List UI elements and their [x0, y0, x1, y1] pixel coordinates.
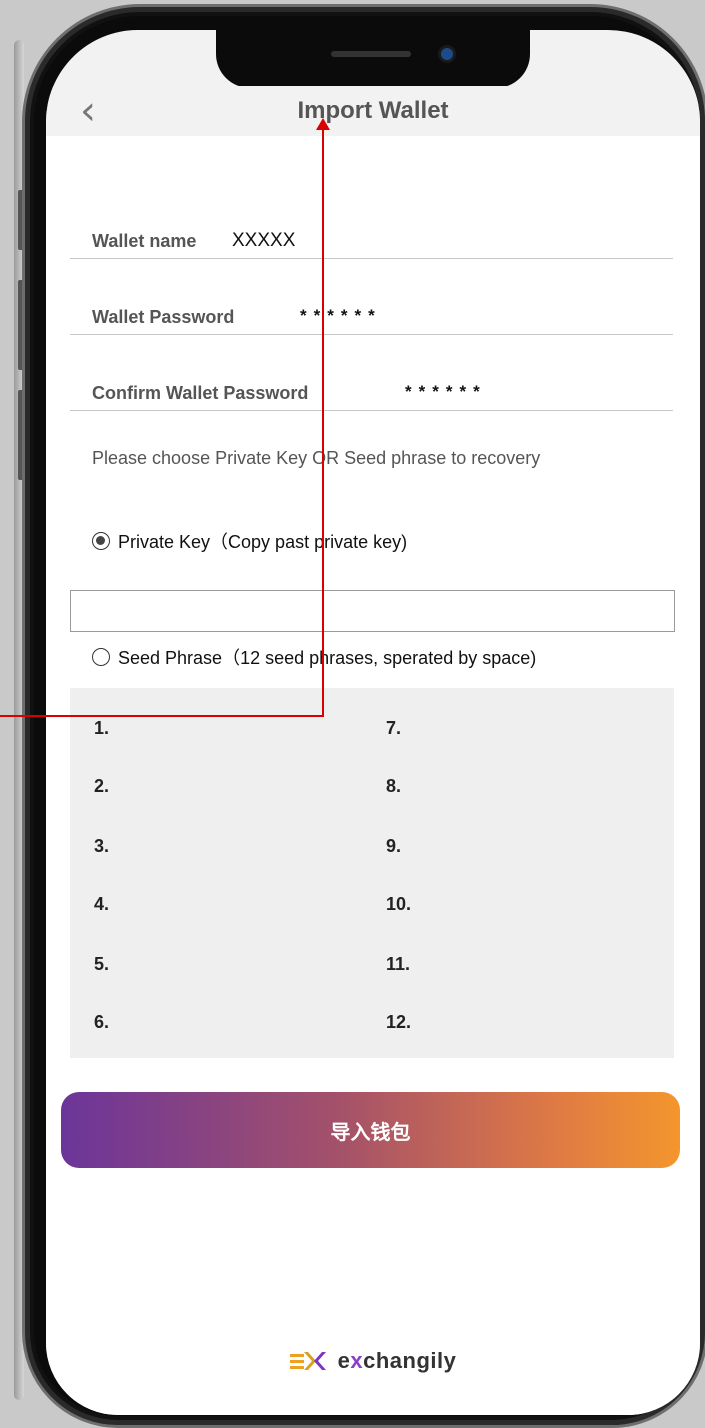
- seed-item-2[interactable]: 2.: [94, 776, 109, 797]
- seed-item-11[interactable]: 11.: [386, 954, 410, 975]
- wallet-name-value[interactable]: XXXXX: [232, 230, 295, 252]
- annotation-line-vertical: [322, 128, 324, 717]
- confirm-password-field[interactable]: Confirm Wallet Password ******: [70, 370, 673, 411]
- annotation-arrowhead: [316, 118, 330, 130]
- logo-text-x: x: [350, 1348, 364, 1373]
- logo-text-rest: changily: [363, 1348, 457, 1373]
- exchangily-logo-text: exchangily: [338, 1348, 457, 1374]
- private-key-radio[interactable]: [92, 532, 110, 550]
- private-key-label: Private Key（Copy past private key): [118, 532, 408, 552]
- notch: [216, 30, 530, 88]
- wallet-password-label: Wallet Password: [92, 307, 235, 327]
- seed-item-3[interactable]: 3.: [94, 836, 109, 857]
- seed-item-5[interactable]: 5.: [94, 954, 109, 975]
- wallet-password-field[interactable]: Wallet Password ******: [70, 294, 673, 335]
- seed-phrase-option[interactable]: Seed Phrase（12 seed phrases, sperated by…: [92, 644, 536, 670]
- seed-item-4[interactable]: 4.: [94, 894, 109, 915]
- import-wallet-button[interactable]: 导入钱包: [61, 1092, 680, 1168]
- phone-screen: ‹ Import Wallet Wallet name XXXXX Wallet…: [46, 30, 700, 1415]
- annotation-line-horizontal: [0, 715, 323, 717]
- page-title: Import Wallet: [297, 97, 449, 124]
- wallet-name-label: Wallet name: [92, 231, 197, 251]
- private-key-option[interactable]: Private Key（Copy past private key): [92, 528, 407, 554]
- logo-text-prefix: e: [337, 1348, 351, 1373]
- private-key-input[interactable]: [70, 590, 675, 632]
- seed-item-9[interactable]: 9.: [386, 836, 401, 857]
- exchangily-logo-icon: [289, 1352, 326, 1370]
- import-form: Wallet name XXXXX Wallet Password ******…: [46, 136, 700, 1415]
- seed-phrase-radio[interactable]: [92, 648, 110, 666]
- seed-item-7[interactable]: 7.: [386, 718, 401, 739]
- seed-item-6[interactable]: 6.: [94, 1012, 109, 1033]
- wallet-name-field[interactable]: Wallet name XXXXX: [70, 218, 673, 259]
- exchangily-logo: exchangily: [46, 1348, 700, 1374]
- seed-item-1[interactable]: 1.: [94, 718, 109, 739]
- seed-phrase-label: Seed Phrase（12 seed phrases, sperated by…: [118, 648, 537, 668]
- nav-header: ‹ Import Wallet: [46, 86, 700, 136]
- confirm-password-value[interactable]: ******: [405, 382, 487, 402]
- wallet-password-value[interactable]: ******: [300, 306, 382, 326]
- seed-phrase-panel: 1. 2. 3. 4. 5. 6. 7. 8. 9. 10. 11. 12.: [70, 688, 674, 1058]
- confirm-password-label: Confirm Wallet Password: [92, 383, 309, 403]
- recovery-hint: Please choose Private Key OR Seed phrase…: [92, 448, 541, 468]
- seed-item-8[interactable]: 8.: [386, 776, 401, 797]
- seed-item-12[interactable]: 12.: [386, 1012, 411, 1033]
- front-camera: [441, 48, 453, 60]
- seed-item-10[interactable]: 10.: [386, 894, 411, 915]
- speaker-grille: [331, 51, 411, 57]
